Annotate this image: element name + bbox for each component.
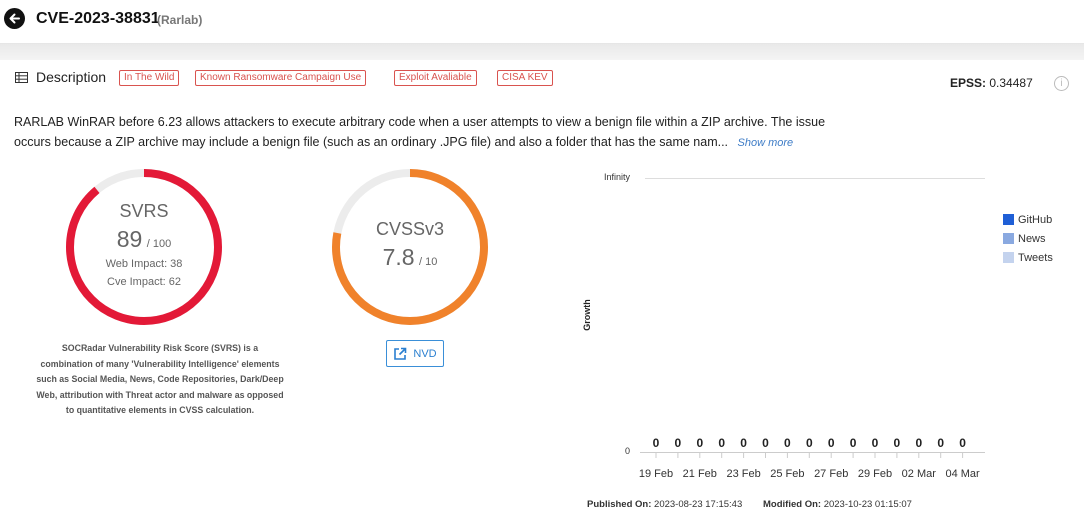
vendor-label: (Rarlab)	[157, 13, 203, 27]
cvss-score-line: 7.8 / 10	[330, 244, 490, 271]
arrow-left-icon	[9, 13, 20, 24]
data-label: 0	[937, 436, 944, 450]
data-label: 0	[915, 436, 922, 450]
epss-label: EPSS:	[950, 76, 987, 90]
tag-in-the-wild: In The Wild	[119, 70, 180, 86]
epss-value: 0.34487	[989, 76, 1033, 90]
legend-label-news: News	[1018, 232, 1046, 245]
data-label: 0	[959, 436, 966, 450]
legend-item-news[interactable]: News	[1003, 229, 1053, 248]
nvd-label: NVD	[413, 347, 437, 360]
description-line-2: occurs because a ZIP archive may include…	[14, 135, 729, 149]
growth-chart: Infinity 0 Growth 0 0 0 0 0 0 0 0 0 0 0 0 0 0 019 Feb 2…	[582, 172, 985, 480]
data-label: 0	[675, 436, 682, 450]
legend-item-tweets[interactable]: Tweets	[1003, 248, 1053, 267]
svrs-web-impact: Web Impact: 38	[105, 258, 183, 270]
published-value: 2023-08-23 17:15:43	[654, 499, 743, 510]
header-bar: CVE-2023-38831 (Rarlab)	[0, 0, 1084, 44]
cvss-title: CVSSv3	[375, 219, 445, 239]
description-line-1: RARLAB WinRAR before 6.23 allows attacke…	[14, 115, 826, 129]
data-label: 0	[894, 436, 901, 450]
data-label: 0	[806, 436, 813, 450]
tag-exploit-available: Exploit Avaliable	[394, 70, 477, 86]
svrs-title: SVRS	[119, 201, 169, 221]
cvss-max: / 10	[419, 256, 438, 268]
data-label: 0	[653, 436, 660, 450]
cvss-gauge: CVSSv3 7.8 / 10	[330, 167, 490, 327]
legend-swatch	[1003, 214, 1014, 225]
modified-date: Modified On: 2023-10-23 01:15:07	[763, 499, 912, 510]
epss-score: EPSS: 0.34487	[950, 76, 1033, 90]
list-icon	[15, 72, 28, 83]
x-tick-label: 29 Feb	[858, 468, 892, 480]
description-heading: Description	[36, 69, 107, 85]
info-icon[interactable]: i	[1054, 76, 1069, 91]
cvss-score: 7.8	[382, 244, 415, 270]
svrs-explanation: SOCRadar Vulnerability Risk Score (SVRS)…	[36, 343, 284, 415]
description-text: RARLAB WinRAR before 6.23 allows attacke…	[14, 112, 874, 153]
legend-label-github: GitHub	[1018, 213, 1053, 226]
data-label: 0	[718, 436, 725, 450]
x-tick-label: 04 Mar	[945, 468, 980, 480]
modified-value: 2023-10-23 01:15:07	[823, 499, 912, 510]
svrs-score-line: 89 / 100	[64, 226, 224, 253]
x-tick-label: 27 Feb	[814, 468, 848, 480]
back-button[interactable]	[4, 8, 25, 29]
x-tick-label: 21 Feb	[683, 468, 717, 480]
published-label: Published On:	[587, 499, 652, 510]
svrs-cve-impact: Cve Impact: 62	[107, 276, 181, 288]
tag-ransomware: Known Ransomware Campaign Use	[195, 70, 367, 86]
legend-swatch	[1003, 252, 1014, 263]
show-more-link[interactable]: Show more	[738, 137, 794, 149]
svrs-gauge: SVRS 89 / 100 Web Impact: 38 Cve Impact:…	[64, 167, 224, 327]
chart-legend: GitHub News Tweets	[1003, 210, 1053, 267]
data-label: 0	[740, 436, 747, 450]
external-link-icon	[394, 347, 407, 360]
data-label: 0	[762, 436, 769, 450]
data-label: 0	[872, 436, 879, 450]
x-tick-label: 23 Feb	[726, 468, 760, 480]
modified-label: Modified On:	[763, 499, 822, 510]
svrs-max: / 100	[146, 238, 172, 250]
data-label: 0	[784, 436, 791, 450]
svrs-score: 89	[116, 226, 143, 252]
x-tick-label: 02 Mar	[902, 468, 937, 480]
data-label: 0	[828, 436, 835, 450]
data-label: 0	[696, 436, 703, 450]
published-date: Published On: 2023-08-23 17:15:43	[587, 499, 742, 510]
y-tick-zero: 0	[625, 446, 630, 456]
tag-cisa-kev: CISA KEV	[497, 70, 553, 86]
nvd-link-button[interactable]: NVD	[386, 340, 444, 367]
y-axis-label: Growth	[582, 299, 592, 331]
x-tick-label: 19 Feb	[639, 468, 673, 480]
legend-swatch	[1003, 233, 1014, 244]
legend-item-github[interactable]: GitHub	[1003, 210, 1053, 229]
page-title: CVE-2023-38831	[36, 10, 160, 27]
data-label: 0	[850, 436, 857, 450]
header-divider	[0, 44, 1084, 60]
legend-label-tweets: Tweets	[1018, 251, 1053, 264]
x-tick-label: 25 Feb	[770, 468, 804, 480]
y-tick-infinity: Infinity	[604, 172, 631, 182]
